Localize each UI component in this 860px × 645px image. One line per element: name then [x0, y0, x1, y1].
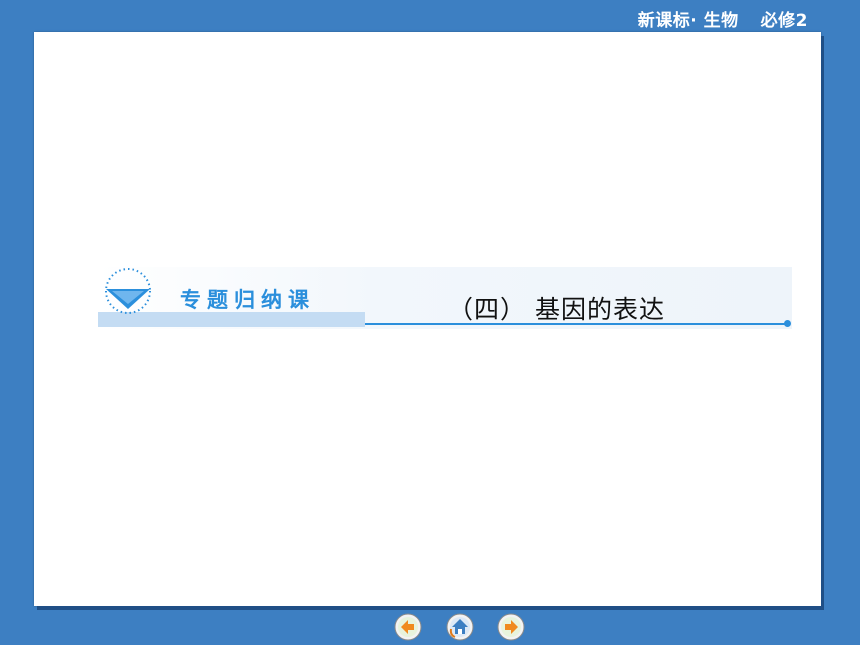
underline-end-dot	[784, 320, 791, 327]
down-triangle-emblem-icon	[98, 267, 158, 315]
section-label: 专题归纳课	[180, 288, 315, 312]
course-volume: 必修2	[760, 11, 808, 31]
home-icon	[446, 613, 474, 641]
course-series: 新课标· 生物	[637, 11, 739, 31]
home-button[interactable]	[446, 613, 474, 641]
section-banner: 专题归纳课 （四） 基因的表达	[98, 267, 792, 329]
slide-canvas: 专题归纳课 （四） 基因的表达	[34, 32, 821, 606]
topic-title: （四） 基因的表达	[448, 295, 665, 324]
prev-slide-button[interactable]	[394, 613, 422, 641]
back-arrow-icon	[394, 613, 422, 641]
next-slide-button[interactable]	[497, 613, 525, 641]
forward-arrow-icon	[497, 613, 525, 641]
course-header: 新课标· 生物 必修2	[638, 6, 808, 31]
